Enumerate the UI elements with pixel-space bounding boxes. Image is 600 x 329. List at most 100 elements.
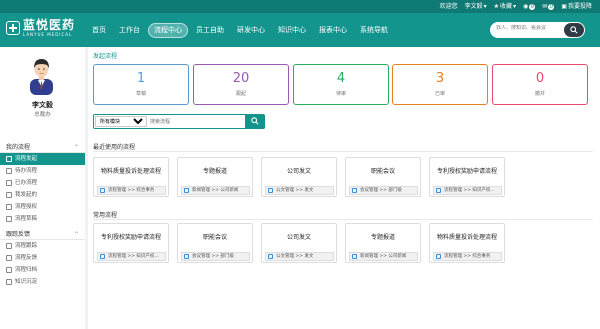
document-icon [6,216,12,222]
process-card[interactable]: 专题报道 新闻管理 >> 公司新闻 [345,223,421,263]
stat-label: 跟起 [235,91,246,97]
mail-indicator[interactable]: ✉ 0 [542,2,555,11]
module-select[interactable]: 所有模块 [95,116,147,127]
sidebar-item-label: 流程发起 [15,156,38,162]
search-icon [570,26,578,34]
avatar[interactable] [28,57,55,95]
sidebar-item-completed[interactable]: 已办流程 [0,177,85,189]
top-utility-links: 欢迎您 李文毅 ▾ ★ 收藏 ▾ ◉ 0 ✉ 0 ▣ 我要投降 [440,2,592,11]
search-icon [251,117,259,125]
global-search [490,22,585,38]
process-card-title: 职能会议 [370,167,395,175]
sidebar-item-start-process[interactable]: 流程发起 [0,153,85,165]
sidebar-item-authorization[interactable]: 流程授权 [0,201,85,213]
nav-rd-center[interactable]: 研发中心 [232,24,270,37]
stat-card-withdrawn[interactable]: 0 撤并 [492,64,588,105]
sidebar-item-label: 我发起的 [15,192,38,198]
sidebar-item-knowledge[interactable]: 知识沉淀 [0,276,85,288]
process-card[interactable]: 职能会议 会议管理 >> 部门级 [177,223,253,263]
stat-card-drafts[interactable]: 1 草稿 [93,64,189,105]
process-card-title: 专利授权奖励申请流程 [100,233,161,241]
process-card[interactable]: 专利授权奖励申请流程 流程管理 >> 知识产权... [93,223,169,263]
logo-cross-icon [6,21,20,35]
sidebar-item-feedback[interactable]: 流程反馈 [0,252,85,264]
stat-label: 草稿 [135,91,146,97]
star-icon: ★ [493,3,499,10]
chevron-up-icon: ⌃ [73,231,79,238]
document-icon [6,180,12,186]
sidebar-item-label: 流程授权 [15,204,38,210]
process-card[interactable]: 物料质量投诉处理流程 流程管理 >> 综合事务 [429,223,505,263]
process-card-path: 会议管理 >> 部门级 [349,186,418,195]
process-card-path: 公文管理 >> 发文 [265,186,334,195]
nav-system-navigation[interactable]: 系统导航 [355,24,393,37]
stat-value: 1 [136,71,146,86]
feedback-link[interactable]: ▣ 我要投降 [561,2,592,11]
process-card-title: 公司发文 [286,233,311,241]
process-card[interactable]: 职能会议 会议管理 >> 部门级 [345,157,421,197]
folder-icon [352,254,357,259]
user-menu[interactable]: 李文毅 ▾ [465,2,487,11]
menu-group-my-processes[interactable]: 我的流程 ⌃ [0,143,85,153]
document-icon [6,192,12,198]
process-card-title: 职能会议 [202,233,227,241]
nav-process-center[interactable]: 流程中心 [148,23,188,38]
document-icon [6,168,12,174]
process-card-path: 流程管理 >> 综合事务 [433,252,502,261]
menu-group-label: 我的流程 [6,144,31,151]
sidebar-item-label: 流程反馈 [15,255,38,261]
chevron-up-icon: ⌃ [73,144,79,151]
sidebar-item-drafts[interactable]: 流程草稿 [0,213,85,225]
sidebar-item-pending[interactable]: 待办流程 [0,165,85,177]
stat-card-approved[interactable]: 3 已审 [392,64,488,105]
process-card[interactable]: 专题报道 新闻管理 >> 公司新闻 [177,157,253,197]
process-search-button[interactable] [245,114,265,129]
sidebar-item-tracking[interactable]: 流程跟踪 [0,240,85,252]
stat-value: 0 [535,71,545,86]
search-input[interactable] [496,25,556,31]
process-card[interactable]: 物料质量投诉处理流程 流程管理 >> 综合事务 [93,157,169,197]
sidebar-item-initiated[interactable]: 我发起的 [0,189,85,201]
document-icon [6,243,12,249]
process-card-path: 新闻管理 >> 公司新闻 [349,252,418,261]
message-indicator[interactable]: ◉ 0 [523,2,536,11]
favorites-label: 收藏 [500,3,513,10]
folder-icon [100,254,105,259]
document-icon [6,279,12,285]
process-card[interactable]: 专利授权奖励申请流程 流程管理 >> 知识产权... [429,157,505,197]
stat-label: 待审 [335,91,346,97]
sidebar: 李文毅 总裁办 我的流程 ⌃ 流程发起 待办流程 已办流程 我发起的 流程授权 流… [0,47,85,329]
folder-icon [268,254,273,259]
feedback-label: 我要投降 [567,3,592,10]
process-card-title: 专题报道 [202,167,227,175]
process-card-path: 流程管理 >> 综合事务 [97,186,166,195]
stat-label: 撤并 [534,91,545,97]
nav-employee-self-service[interactable]: 员工自助 [191,24,229,37]
mail-count-badge: 0 [548,3,555,10]
nav-home[interactable]: 首页 [87,24,111,37]
nav-workbench[interactable]: 工作台 [114,24,145,37]
mail-icon: ✉ [542,3,548,10]
folder-icon [436,188,441,193]
process-search-input[interactable] [150,117,235,126]
stat-label: 已审 [434,91,445,97]
search-button[interactable] [564,23,584,37]
menu-group-tracking[interactable]: 跟踪反馈 ⌃ [0,230,85,240]
company-logo[interactable]: 蓝悦医药 LANYUE MEDICAL [6,19,75,37]
process-card[interactable]: 公司发文 公文管理 >> 发文 [261,157,337,197]
sidebar-item-archive[interactable]: 流程归档 [0,264,85,276]
process-card-title: 物料质量投诉处理流程 [436,233,497,241]
nav-report-center[interactable]: 报表中心 [314,24,352,37]
stat-value: 4 [336,71,346,86]
stat-card-pending[interactable]: 4 待审 [293,64,389,105]
stat-card-initiated[interactable]: 20 跟起 [193,64,289,105]
main-nav: 首页 工作台 流程中心 员工自助 研发中心 知识中心 报表中心 系统导航 [87,23,393,38]
nav-knowledge-center[interactable]: 知识中心 [273,24,311,37]
top-utility-bar: 欢迎您 李文毅 ▾ ★ 收藏 ▾ ◉ 0 ✉ 0 ▣ 我要投降 [0,0,600,13]
menu-group-label: 跟踪反馈 [6,231,31,238]
process-card-title: 专题报道 [370,233,395,241]
favorites-menu[interactable]: ★ 收藏 ▾ [494,2,516,11]
process-card-path: 新闻管理 >> 公司新闻 [181,186,250,195]
stat-value: 3 [435,71,445,86]
process-card[interactable]: 公司发文 公文管理 >> 发文 [261,223,337,263]
